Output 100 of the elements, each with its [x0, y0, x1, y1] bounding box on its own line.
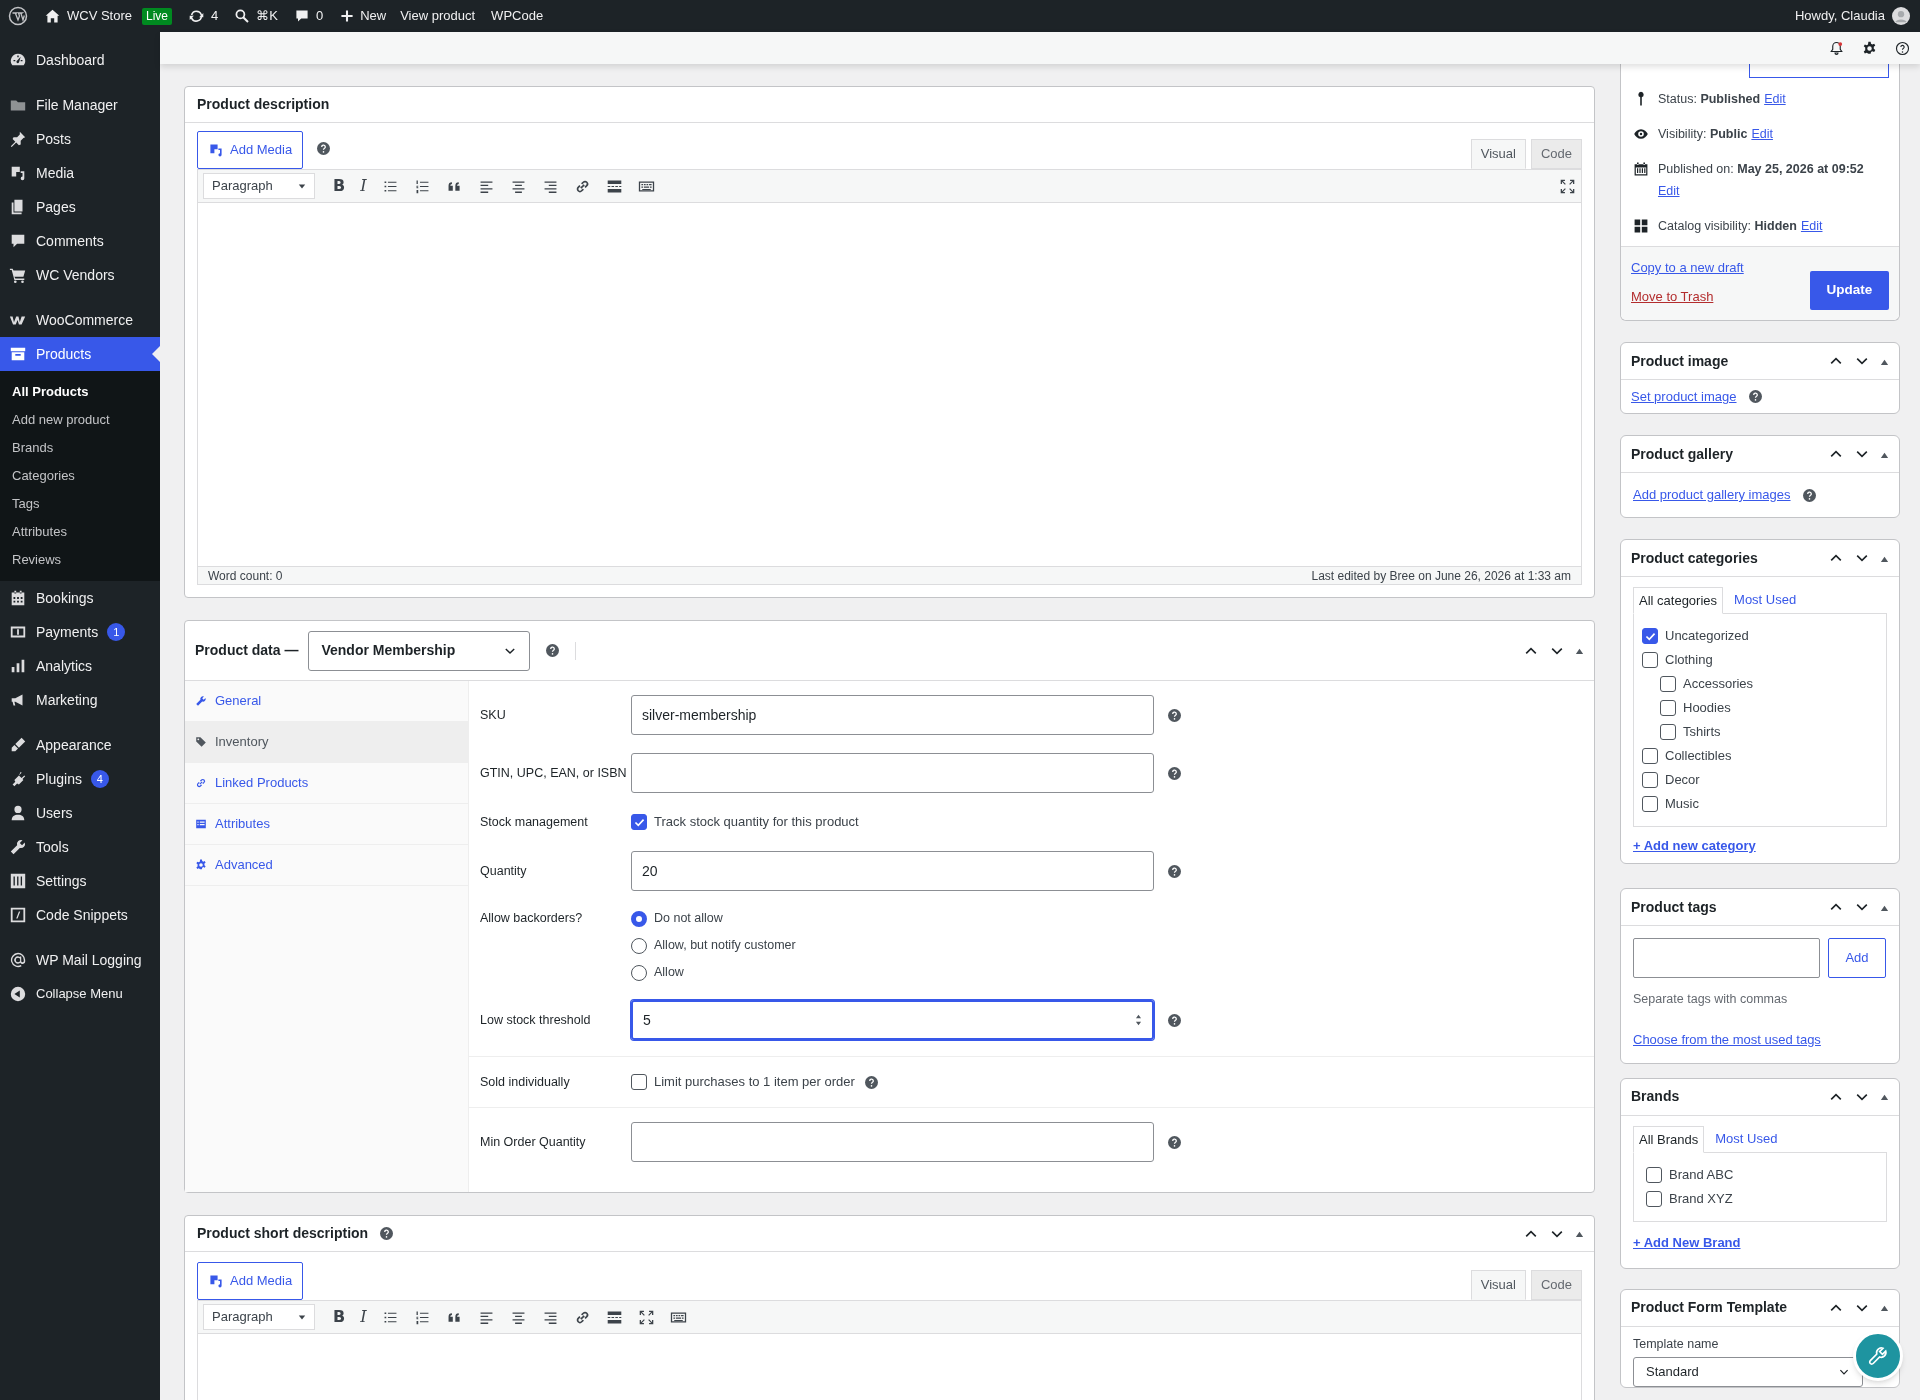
field-label: SKU	[480, 706, 507, 724]
updates-link[interactable]: 4	[188, 6, 219, 26]
edit-link[interactable]: Edit	[1764, 90, 1786, 108]
add-tag-button[interactable]: Add	[1828, 938, 1886, 978]
checkbox-label: Brand XYZ	[1669, 1190, 1733, 1208]
last-edited-text: Last edited by Bree on June 26, 2026 at 1:33 am	[1311, 567, 1571, 585]
sidebar-item[interactable]: Marketing	[0, 683, 160, 717]
add-category-link[interactable]: + Add new category	[1633, 838, 1756, 853]
input-field[interactable]: 20	[631, 851, 1154, 891]
site-link[interactable]: WCV Store	[44, 6, 132, 26]
field-label: Quantity	[480, 862, 528, 880]
checkbox-label: Brand ABC	[1669, 1166, 1734, 1184]
live-badge: Live	[142, 7, 173, 25]
word-count: Word count: 0	[208, 567, 283, 585]
edit-link[interactable]: Edit	[1751, 125, 1773, 143]
most-used-tags-link[interactable]: Choose from the most used tags	[1633, 1031, 1821, 1047]
add-media-button[interactable]: Add Media	[197, 131, 304, 169]
checkbox-label: Uncategorized	[1665, 627, 1749, 646]
submenu-item[interactable]: All Products	[0, 378, 160, 406]
format-select[interactable]: Paragraph	[203, 173, 315, 199]
checkbox-label: Accessories	[1683, 675, 1754, 694]
category-tab[interactable]: All Brands	[1633, 1125, 1705, 1153]
sidebar-item[interactable]: File Manager	[0, 88, 160, 122]
sidebar-item[interactable]: Payments 1	[0, 615, 160, 649]
radio-label: Do not allow	[654, 910, 723, 928]
sidebar-item[interactable]: WC Vendors	[0, 258, 160, 292]
panel-title: Product description	[197, 95, 330, 114]
sidebar-item[interactable]: Products	[0, 337, 160, 371]
set-image-link[interactable]: Set product image	[1631, 386, 1737, 407]
product-type-select[interactable]: Vendor Membership	[308, 630, 531, 671]
bold-button[interactable]: B	[333, 1305, 346, 1329]
sidebar-item[interactable]: Media	[0, 156, 160, 190]
sidebar-item[interactable]: Bookings	[0, 581, 160, 615]
sidebar-item[interactable]: WooCommerce	[0, 303, 160, 337]
format-select[interactable]: Paragraph	[203, 1304, 315, 1330]
field-label: Low stock threshold	[480, 1011, 592, 1029]
sidebar-item[interactable]: Comments	[0, 224, 160, 258]
comments-link[interactable]: 0	[293, 6, 324, 26]
sidebar-item[interactable]: Analytics	[0, 649, 160, 683]
checkbox-label: Decor	[1665, 771, 1700, 790]
trash-link[interactable]: Move to Trash	[1631, 286, 1744, 306]
category-tab[interactable]: Most Used	[1710, 1124, 1783, 1152]
submenu-item[interactable]: Attributes	[0, 518, 160, 546]
category-tab[interactable]: Most Used	[1729, 586, 1802, 613]
sidebar-item[interactable]: WP Mail Logging	[0, 943, 160, 977]
panel-title: Product categories	[1631, 548, 1758, 568]
panel-title: Product gallery	[1631, 444, 1733, 464]
panel-title: Product data —	[195, 641, 299, 660]
toolbar-link[interactable]: View product	[400, 6, 476, 26]
submenu-item[interactable]: Add new product	[0, 406, 160, 434]
product-data-tab[interactable]: Inventory	[185, 722, 468, 763]
italic-button[interactable]: I	[360, 174, 367, 198]
panel-title: Product tags	[1631, 897, 1717, 917]
add-media-button[interactable]: Add Media	[197, 1262, 304, 1300]
account-link[interactable]: Howdy, Claudia	[1794, 6, 1912, 26]
submenu-item[interactable]: Reviews	[0, 546, 160, 574]
sidebar-item[interactable]: Tools	[0, 830, 160, 864]
edit-link[interactable]: Edit	[1800, 217, 1823, 235]
field-label: GTIN, UPC, EAN, or ISBN	[480, 764, 628, 782]
sidebar-item[interactable]: Code Snippets	[0, 898, 160, 932]
field-label: Template name	[1633, 1335, 1720, 1353]
checkbox-label: Collectibles	[1665, 747, 1732, 766]
editor-tab[interactable]: Visual	[1470, 139, 1526, 169]
submenu-item[interactable]: Categories	[0, 462, 160, 490]
checkbox-label: Tshirts	[1683, 723, 1721, 742]
new-link[interactable]: New	[339, 6, 387, 26]
update-button[interactable]: Update	[1810, 271, 1889, 310]
add-gallery-link[interactable]: Add product gallery images	[1633, 485, 1791, 505]
input-field[interactable]: silver-membership	[631, 695, 1154, 735]
number-field[interactable]: 5	[631, 1000, 1154, 1040]
product-data-tab[interactable]: Linked Products	[185, 763, 468, 804]
product-data-tab[interactable]: Attributes	[185, 804, 468, 845]
collapse-menu-button[interactable]: Collapse Menu	[0, 977, 160, 1011]
copy-draft-link[interactable]: Copy to a new draft	[1631, 258, 1744, 278]
product-data-tab[interactable]: Advanced	[185, 845, 468, 886]
editor-tab[interactable]: Code	[1530, 1270, 1582, 1300]
search-link[interactable]: ⌘K	[234, 6, 278, 26]
bold-button[interactable]: B	[333, 174, 346, 198]
category-tab[interactable]: All categories	[1633, 587, 1724, 614]
status-text: Status: Published	[1658, 91, 1761, 108]
count-badge: 4	[90, 770, 109, 788]
sidebar-item[interactable]: Posts	[0, 122, 160, 156]
sidebar-item[interactable]: Plugins 4	[0, 762, 160, 796]
editor-tab[interactable]: Code	[1530, 139, 1582, 169]
editor-tab[interactable]: Visual	[1470, 1270, 1526, 1300]
italic-button[interactable]: I	[360, 1305, 367, 1329]
submenu-item[interactable]: Tags	[0, 490, 160, 518]
sidebar-item[interactable]: Users	[0, 796, 160, 830]
status-text: Published on: May 25, 2026 at 09:52	[1658, 161, 1864, 178]
add-brand-link[interactable]: + Add New Brand	[1633, 1234, 1741, 1250]
submenu-item[interactable]: Brands	[0, 434, 160, 462]
toolbar-link[interactable]: WPCode	[491, 6, 544, 26]
sidebar-item[interactable]: Pages	[0, 190, 160, 224]
edit-link[interactable]: Edit	[1658, 182, 1680, 200]
status-text: Visibility: Public	[1658, 126, 1748, 143]
sidebar-item[interactable]: Dashboard	[0, 43, 160, 77]
radio-label: Allow, but notify customer	[654, 937, 796, 955]
sidebar-item[interactable]: Settings	[0, 864, 160, 898]
sidebar-item[interactable]: Appearance	[0, 728, 160, 762]
template-select[interactable]: Standard	[1633, 1356, 1863, 1387]
